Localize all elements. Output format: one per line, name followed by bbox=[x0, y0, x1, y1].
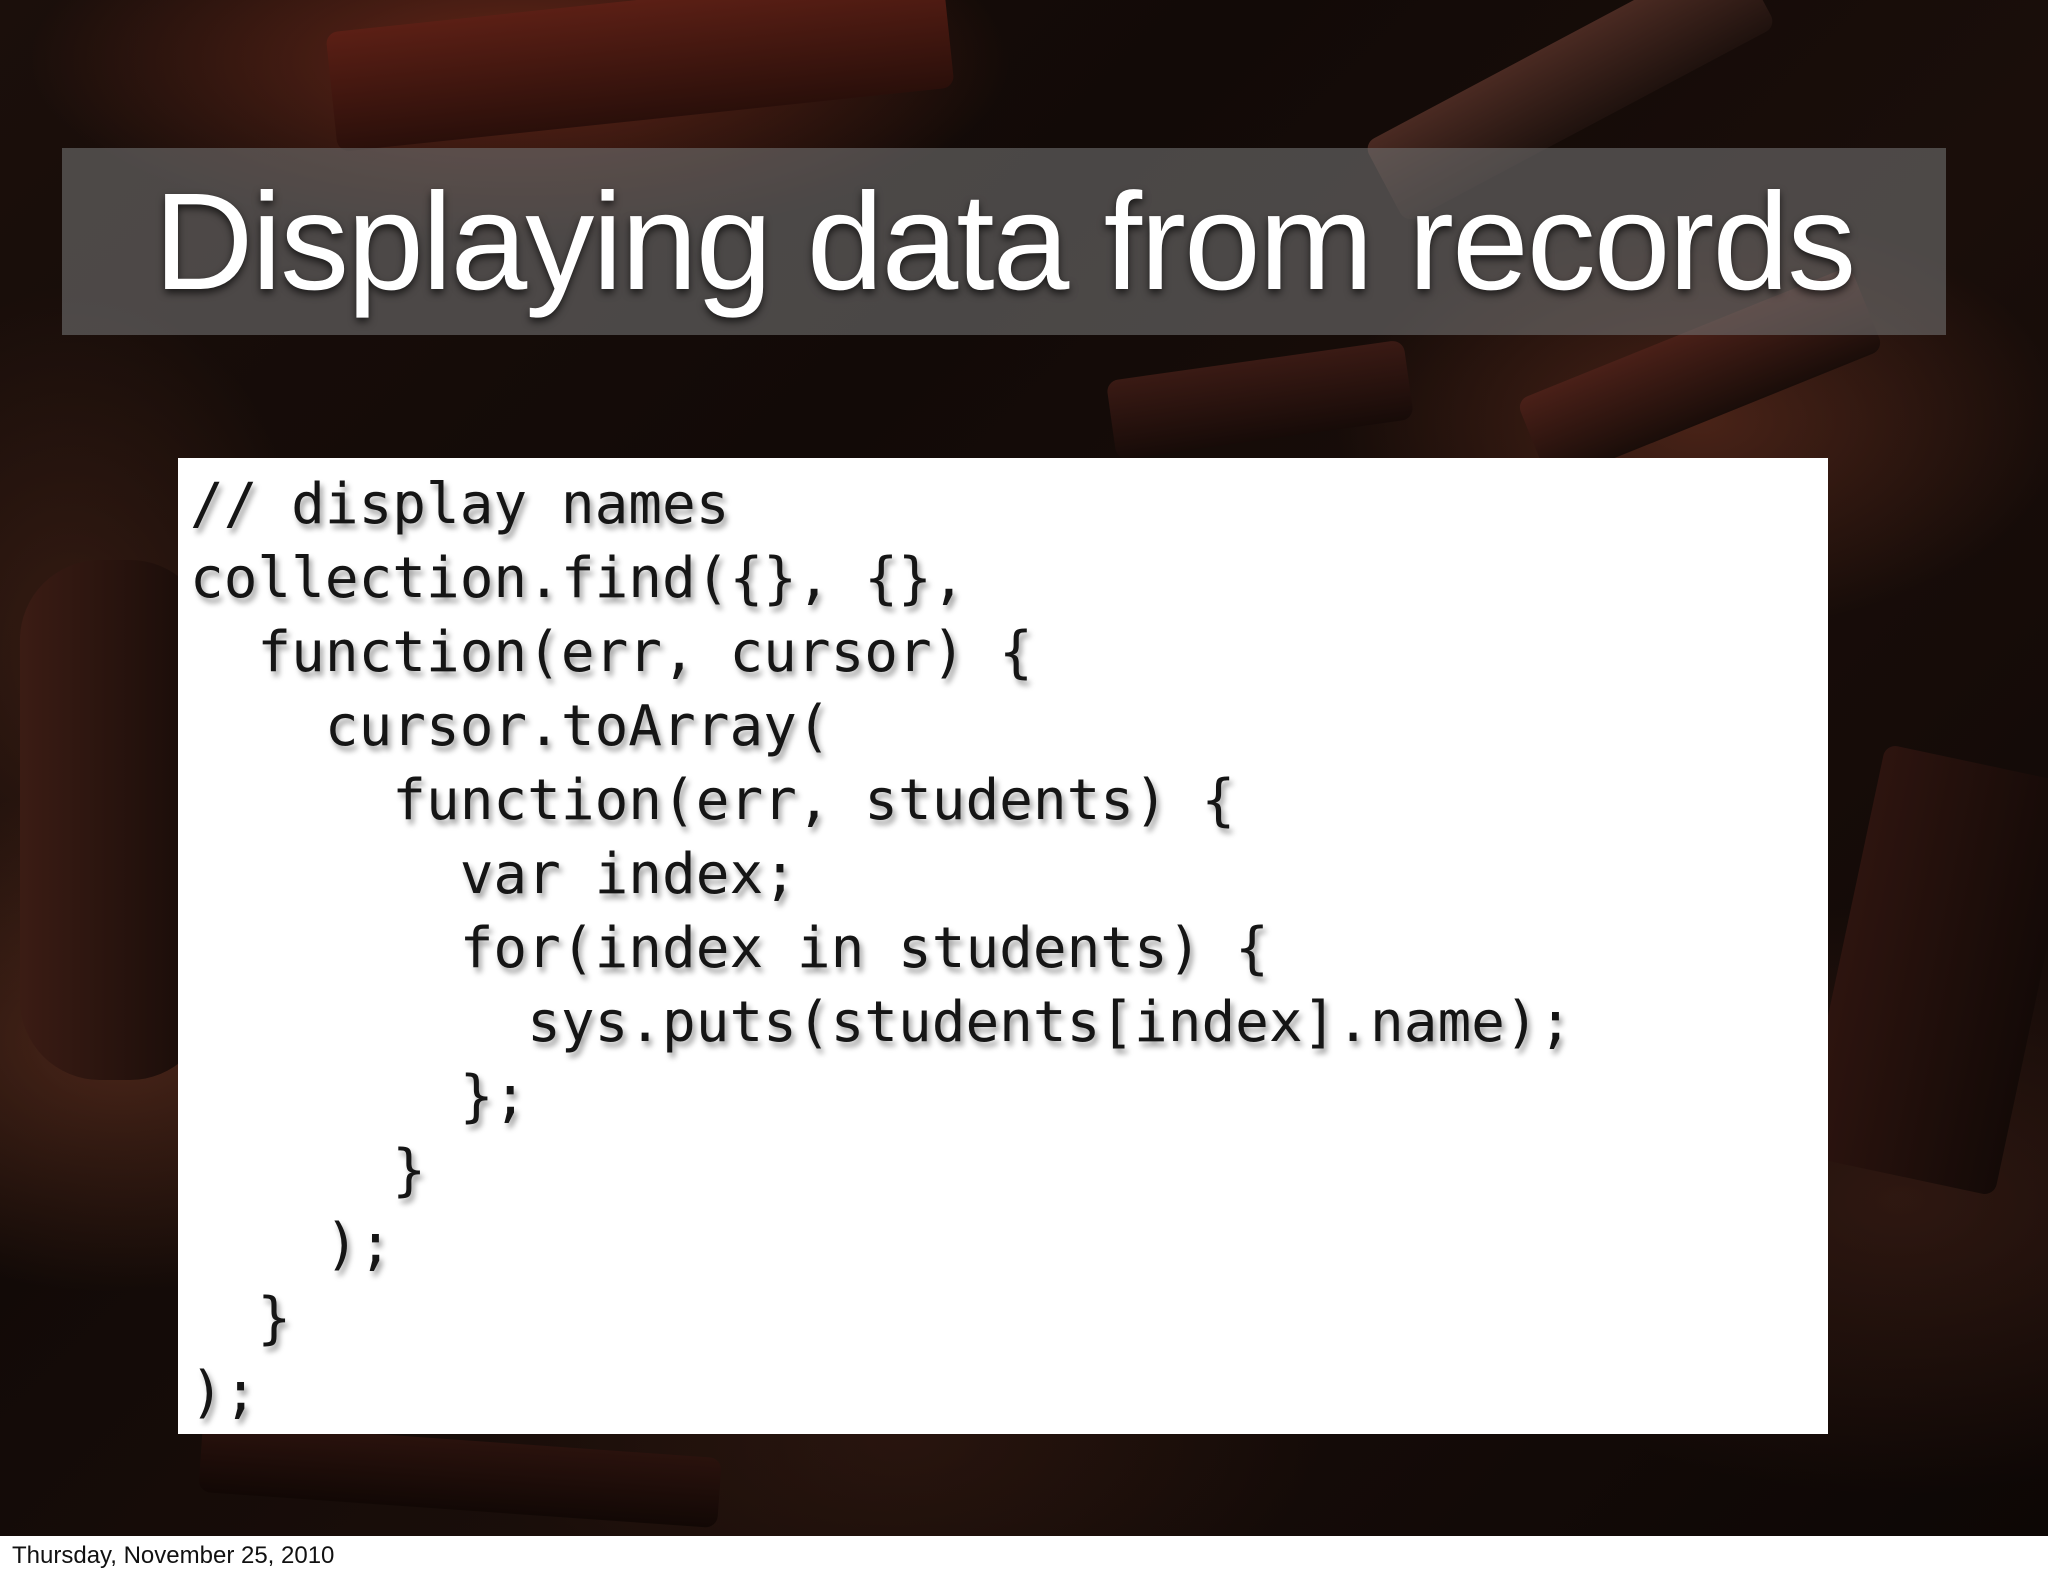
background-rusty-metal-shape bbox=[198, 1421, 722, 1529]
code-line: for(index in students) { bbox=[190, 916, 1269, 981]
code-line: } bbox=[190, 1286, 292, 1351]
slide-title: Displaying data from records bbox=[153, 164, 1856, 319]
code-line: }; bbox=[190, 1064, 528, 1129]
code-line: ); bbox=[190, 1212, 393, 1277]
code-block: // display names collection.find({}, {},… bbox=[190, 468, 1572, 1430]
background-rusty-metal-shape bbox=[1798, 743, 2048, 1197]
code-line: function(err, students) { bbox=[190, 768, 1236, 833]
code-line: collection.find({}, {}, bbox=[190, 546, 966, 611]
code-line: var index; bbox=[190, 842, 797, 907]
background-rusty-metal-shape bbox=[1105, 339, 1415, 461]
code-line: } bbox=[190, 1138, 427, 1203]
code-line: sys.puts(students[index].name); bbox=[190, 990, 1573, 1055]
code-line: ); bbox=[190, 1360, 258, 1425]
code-line: function(err, cursor) { bbox=[190, 620, 1033, 685]
code-line: cursor.toArray( bbox=[190, 694, 831, 759]
code-line: // display names bbox=[190, 472, 730, 537]
footer-date: Thursday, November 25, 2010 bbox=[12, 1542, 335, 1569]
background-rusty-metal-shape bbox=[325, 0, 955, 153]
slide-canvas: Displaying data from records // display … bbox=[0, 0, 2048, 1536]
